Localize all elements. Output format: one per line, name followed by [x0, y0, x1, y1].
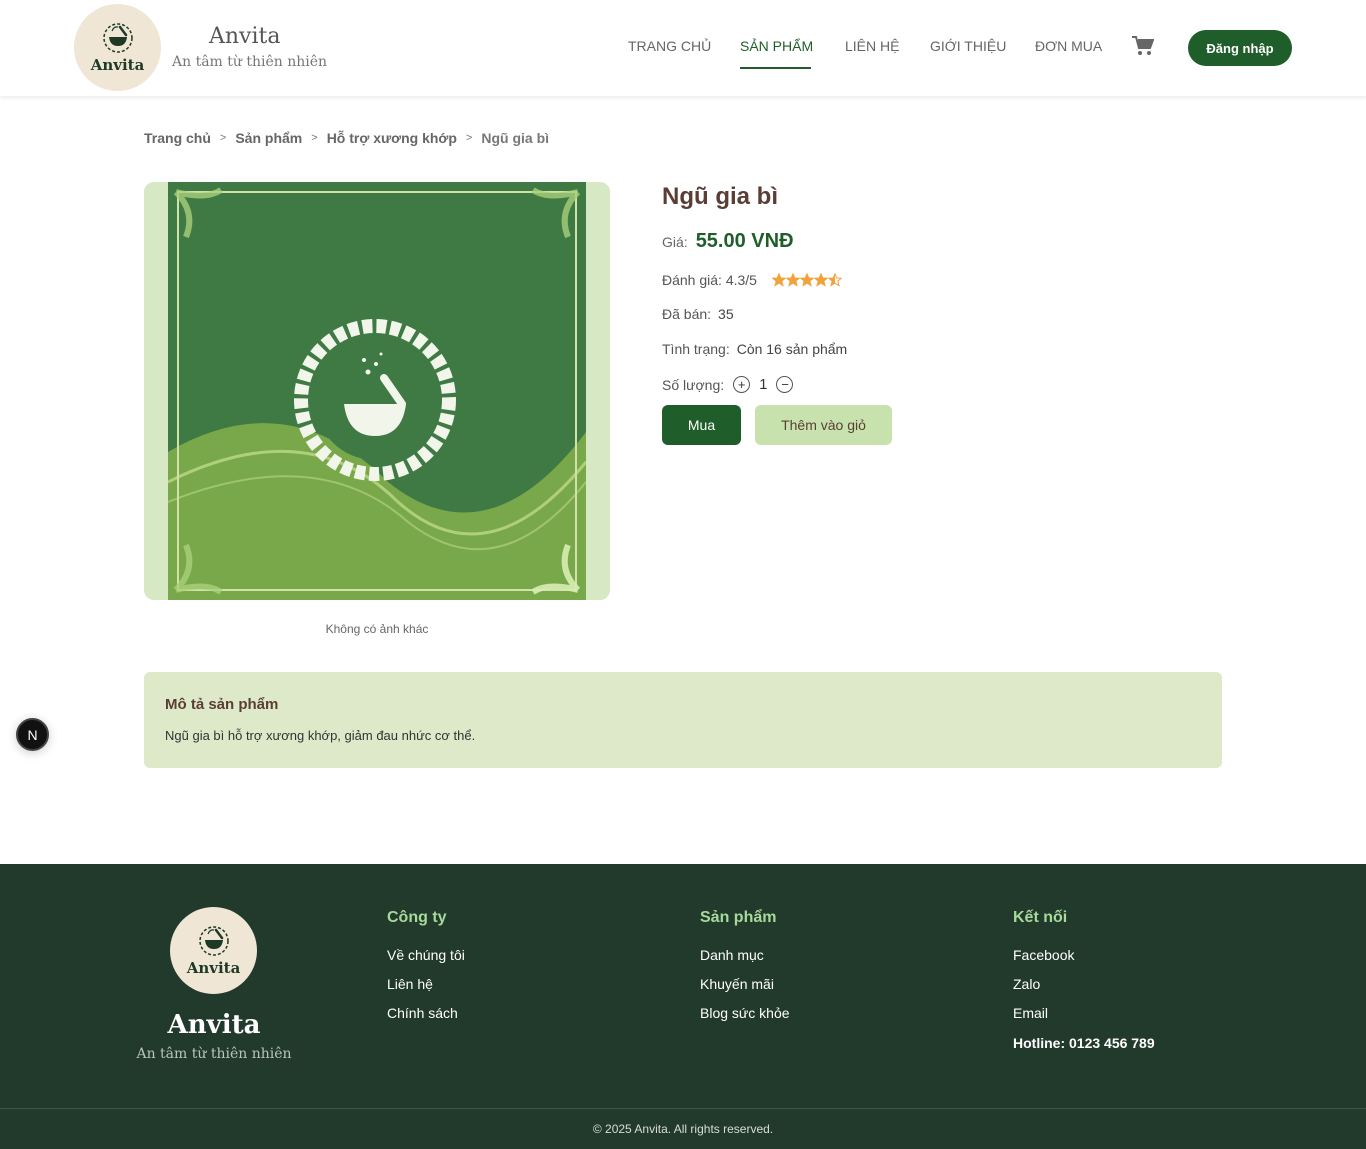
footer-brand-tagline: An tâm từ thiên nhiên: [136, 1046, 292, 1062]
sold-label: Đã bán:: [662, 306, 712, 322]
brand-tagline: An tâm từ thiên nhiên: [172, 54, 328, 70]
quantity-value: 1: [759, 376, 768, 393]
product-image-frame: [144, 182, 610, 600]
quantity-row: Số lượng: + 1 −: [662, 376, 794, 393]
quantity-label: Số lượng:: [662, 376, 725, 393]
footer-copyright: © 2025 Anvita. All rights reserved.: [0, 1108, 1366, 1149]
nav-contact[interactable]: LIÊN HỆ: [845, 38, 899, 54]
rating-label: Đánh giá: 4.3/5: [662, 272, 757, 288]
copyright-text: © 2025 Anvita. All rights reserved.: [592, 1122, 774, 1136]
no-more-images-text: Không có ảnh khác: [325, 622, 429, 636]
footer-link-policy[interactable]: Chính sách: [387, 1005, 465, 1021]
brand-name: Anvita: [209, 24, 281, 49]
star-full-icon: [813, 273, 828, 287]
footer-link-facebook[interactable]: Facebook: [1013, 947, 1155, 963]
footer-col-title: Kết nối: [1013, 909, 1068, 926]
site-footer: Anvita Anvita An tâm từ thiên nhiên Công…: [0, 864, 1366, 1149]
breadcrumb-current: Ngũ gia bì: [481, 130, 550, 146]
nav-about[interactable]: GIỚI THIỆU: [930, 38, 1006, 54]
status-label: Tình trạng:: [662, 341, 730, 357]
add-to-cart-button[interactable]: Thêm vào giỏ: [755, 405, 892, 445]
footer-link-email[interactable]: Email: [1013, 1005, 1155, 1021]
description-text: Ngũ gia bì hỗ trợ xương khớp, giảm đau n…: [165, 728, 476, 743]
star-full-icon: [785, 273, 800, 287]
rating-stars: [771, 273, 842, 287]
nav-products[interactable]: SẢN PHẨM: [740, 38, 813, 54]
footer-link-categories[interactable]: Danh mục: [700, 947, 790, 963]
breadcrumb-home[interactable]: Trang chủ: [144, 130, 211, 146]
description-title: Mô tả sản phẩm: [165, 696, 279, 713]
rating-row: Đánh giá: 4.3/5: [662, 272, 842, 288]
site-header: Anvita Anvita An tâm từ thiên nhiên TRAN…: [0, 0, 1366, 96]
buy-button[interactable]: Mua: [662, 405, 741, 445]
status-value: Còn 16 sản phẩm: [736, 341, 848, 357]
logo[interactable]: Anvita: [74, 4, 161, 91]
nav-home[interactable]: TRANG CHỦ: [628, 38, 711, 54]
active-nav-indicator: [740, 67, 811, 69]
breadcrumb-separator: >: [465, 132, 473, 144]
nav-orders[interactable]: ĐƠN MUA: [1035, 38, 1102, 54]
breadcrumb-separator: >: [311, 132, 318, 144]
footer-col-products: Sản phẩm Danh mục Khuyến mãi Blog sức kh…: [700, 909, 790, 1034]
shopping-cart-icon[interactable]: [1132, 36, 1154, 56]
login-button[interactable]: Đăng nhập: [1188, 30, 1292, 66]
nextjs-badge[interactable]: N: [16, 718, 49, 751]
price-row: Giá: 55.00 VNĐ: [662, 230, 794, 253]
footer-link-about[interactable]: Về chúng tôi: [387, 947, 465, 963]
product-image[interactable]: [168, 182, 586, 600]
breadcrumb-category[interactable]: Hỗ trợ xương khớp: [327, 130, 457, 146]
footer-hotline: Hotline: 0123 456 789: [1013, 1035, 1155, 1051]
footer-logo-text: Anvita: [186, 959, 241, 977]
footer-brand-name: Anvita: [167, 1010, 261, 1040]
footer-col-company: Công ty Về chúng tôi Liên hệ Chính sách: [387, 909, 465, 1034]
footer-link-contact[interactable]: Liên hệ: [387, 976, 465, 992]
logo-text: Anvita: [90, 56, 145, 74]
footer-col-connect: Kết nối Facebook Zalo Email Hotline: 012…: [1013, 909, 1155, 1051]
footer-col-title: Công ty: [387, 909, 447, 926]
description-box: Mô tả sản phẩm Ngũ gia bì hỗ trợ xương k…: [144, 672, 1222, 768]
product-title: Ngũ gia bì: [662, 183, 778, 210]
breadcrumb-separator: >: [219, 132, 227, 144]
footer-link-zalo[interactable]: Zalo: [1013, 976, 1155, 992]
quantity-decrease-button[interactable]: −: [776, 376, 794, 393]
status-row: Tình trạng: Còn 16 sản phẩm: [662, 341, 847, 357]
sold-row: Đã bán: 35: [662, 306, 734, 322]
footer-link-blog[interactable]: Blog sức khỏe: [700, 1005, 790, 1021]
mortar-pestle-emblem-icon: [198, 926, 229, 956]
footer-col-title: Sản phẩm: [700, 909, 777, 926]
breadcrumb: Trang chủ > Sản phẩm > Hỗ trợ xương khớp…: [144, 130, 549, 146]
star-full-icon: [771, 273, 786, 287]
sold-value: 35: [718, 306, 734, 322]
mortar-pestle-emblem-icon: [102, 23, 133, 53]
price-value: 55.00 VNĐ: [695, 230, 794, 252]
star-full-icon: [799, 273, 814, 287]
price-label: Giá:: [662, 233, 688, 250]
quantity-increase-button[interactable]: +: [733, 376, 751, 393]
breadcrumb-products[interactable]: Sản phẩm: [235, 130, 302, 146]
footer-logo[interactable]: Anvita: [170, 907, 257, 994]
footer-link-promotions[interactable]: Khuyến mãi: [700, 976, 790, 992]
star-half-icon: [827, 273, 842, 287]
